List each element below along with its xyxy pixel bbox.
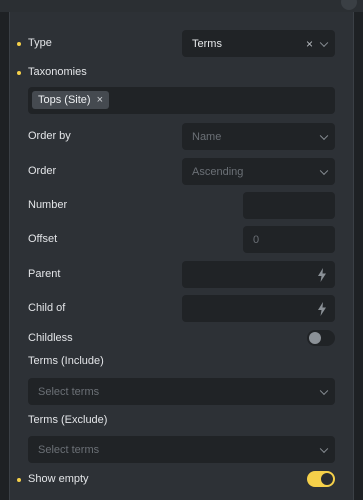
taxonomy-tag: Tops (Site) × [32,91,110,109]
taxonomies-multiselect[interactable]: Tops (Site) × [28,87,335,114]
chevron-down-icon [319,444,329,453]
order-select[interactable]: Ascending [182,158,335,185]
chevron-down-icon [319,131,329,140]
type-select[interactable]: Terms × [182,30,335,57]
chevron-down-icon [319,386,329,395]
toggle-knob [321,473,333,485]
terms-exclude-placeholder: Select terms [38,443,100,456]
toggle-knob [309,332,321,344]
query-settings-panel: Type Terms × Taxonomies Tops (Site) × Or… [9,12,354,500]
terms-exclude-select[interactable]: Select terms [28,436,335,463]
terms-include-label: Terms (Include) [28,355,104,367]
child-of-input[interactable] [182,295,335,322]
offset-label: Offset [28,233,58,245]
required-indicator [17,42,21,46]
number-label: Number [28,199,68,211]
close-button[interactable] [341,0,357,10]
child-of-label: Child of [28,302,66,314]
bolt-icon[interactable] [317,267,327,282]
order-label: Order [28,165,57,177]
required-indicator [17,478,21,482]
chevron-down-icon [319,38,329,47]
childless-toggle[interactable] [307,330,335,346]
bolt-icon[interactable] [317,301,327,316]
order-placeholder: Ascending [192,165,244,178]
terms-include-select[interactable]: Select terms [28,378,335,405]
type-value: Terms [192,37,222,50]
show-empty-label: Show empty [28,473,89,485]
parent-input[interactable] [182,261,335,288]
number-input[interactable] [243,192,335,219]
remove-tag-icon[interactable]: × [97,94,103,106]
offset-placeholder: 0 [253,233,260,246]
order-by-placeholder: Name [192,130,222,143]
type-label: Type [28,37,52,49]
required-indicator [17,71,21,75]
order-by-label: Order by [28,130,71,142]
order-by-select[interactable]: Name [182,123,335,150]
taxonomies-label: Taxonomies [28,66,87,78]
chevron-down-icon [319,166,329,175]
top-bar [0,0,363,12]
terms-include-placeholder: Select terms [38,385,100,398]
taxonomy-tag-label: Tops (Site) [38,94,91,106]
childless-label: Childless [28,332,73,344]
parent-label: Parent [28,268,61,280]
offset-input[interactable]: 0 [243,226,335,253]
show-empty-toggle[interactable] [307,471,335,487]
clear-icon[interactable]: × [306,37,313,51]
terms-exclude-label: Terms (Exclude) [28,414,108,426]
